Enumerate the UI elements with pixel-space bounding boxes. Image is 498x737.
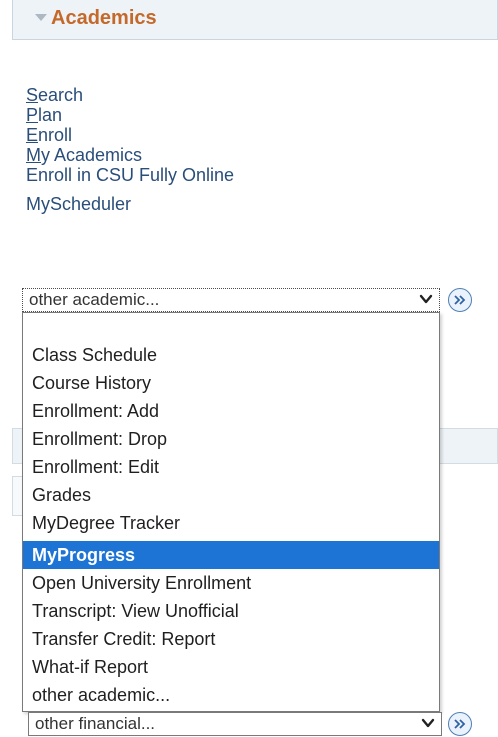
- academics-page: Academics Search Plan Enroll My Academic…: [0, 0, 498, 737]
- chevron-down-icon: [419, 294, 433, 304]
- option-enrollment-drop[interactable]: Enrollment: Drop: [23, 425, 439, 453]
- academics-links: Search Plan Enroll My Academics Enroll i…: [26, 85, 234, 214]
- go-financial-button[interactable]: [448, 712, 472, 736]
- section-title: Academics: [51, 7, 157, 29]
- option-myprogress[interactable]: MyProgress: [23, 541, 439, 569]
- search-link[interactable]: Search: [26, 85, 234, 105]
- chevron-down-icon: [421, 718, 435, 728]
- academics-section-header[interactable]: Academics: [12, 0, 498, 40]
- plan-link[interactable]: Plan: [26, 105, 234, 125]
- option-transcript-view-unofficial[interactable]: Transcript: View Unofficial: [23, 597, 439, 625]
- double-chevron-right-icon: [454, 719, 466, 729]
- option-enrollment-add[interactable]: Enrollment: Add: [23, 397, 439, 425]
- option-what-if-report[interactable]: What-if Report: [23, 653, 439, 681]
- my-academics-link[interactable]: My Academics: [26, 145, 234, 165]
- option-transfer-credit-report[interactable]: Transfer Credit: Report: [23, 625, 439, 653]
- enroll-link[interactable]: Enroll: [26, 125, 234, 145]
- other-financial-select[interactable]: other financial...: [28, 712, 442, 736]
- option-mydegree-tracker[interactable]: MyDegree Tracker: [23, 509, 439, 537]
- option-enrollment-edit[interactable]: Enrollment: Edit: [23, 453, 439, 481]
- other-academic-select[interactable]: other academic...: [22, 288, 440, 312]
- double-chevron-right-icon: [454, 295, 466, 305]
- enroll-csu-fully-online-link[interactable]: Enroll in CSU Fully Online: [26, 165, 234, 185]
- select-value: other academic...: [29, 290, 160, 309]
- option-open-university-enrollment[interactable]: Open University Enrollment: [23, 569, 439, 597]
- option-grades[interactable]: Grades: [23, 481, 439, 509]
- academic-options-list[interactable]: Class Schedule Course History Enrollment…: [22, 312, 440, 712]
- option-course-history[interactable]: Course History: [23, 369, 439, 397]
- myscheduler-link[interactable]: MyScheduler: [26, 194, 234, 214]
- triangle-down-icon[interactable]: [35, 14, 47, 21]
- option-class-schedule[interactable]: Class Schedule: [23, 341, 439, 369]
- select-value: other financial...: [35, 714, 156, 733]
- go-academic-button[interactable]: [448, 288, 472, 312]
- option-other-academic[interactable]: other academic...: [23, 681, 439, 709]
